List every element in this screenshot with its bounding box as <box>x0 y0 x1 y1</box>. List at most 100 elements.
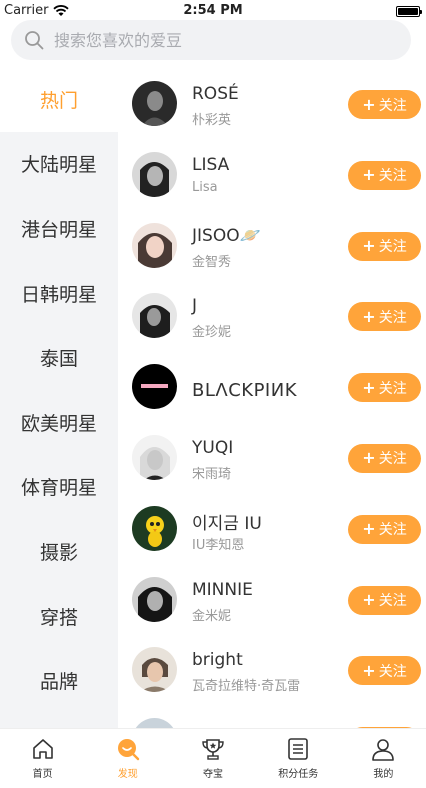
avatar[interactable] <box>132 505 177 551</box>
follow-label: 关注 <box>378 239 407 256</box>
sidebar-item-sports[interactable]: 体育明星 <box>0 455 118 520</box>
battery-icon <box>396 6 422 17</box>
follow-button[interactable]: + 关注 <box>348 656 421 686</box>
sidebar-item-label: 欧美明星 <box>20 412 97 435</box>
list-item[interactable]: JISOO🪐 金智秀 + 关注 <box>118 209 426 280</box>
follow-button[interactable]: + 关注 <box>348 514 421 544</box>
plus-icon: + <box>362 306 376 326</box>
sidebar-item-brand[interactable]: 品牌 <box>0 648 118 713</box>
plus-icon: + <box>362 519 376 539</box>
status-bar: Carrier 2:54 PM <box>0 0 426 22</box>
avatar[interactable] <box>132 81 177 126</box>
avatar[interactable] <box>132 647 177 693</box>
search-input[interactable] <box>52 29 376 51</box>
follow-label: 关注 <box>378 97 407 114</box>
sidebar-item-label: 港台明星 <box>20 218 97 241</box>
tab-treasure[interactable]: 夺宝 <box>170 729 255 788</box>
sidebar-item-thailand[interactable]: 泰国 <box>0 325 118 390</box>
tab-label: 夺宝 <box>203 769 223 780</box>
tab-points-tasks[interactable]: 积分任务 <box>256 729 341 788</box>
celebrity-name: 이지금 IU <box>192 513 262 534</box>
celebrity-subname: 金米妮 <box>192 608 232 624</box>
tab-label: 发现 <box>117 769 138 780</box>
sidebar-item-label: 体育明星 <box>20 477 97 500</box>
follow-button[interactable]: + 关注 <box>348 373 421 403</box>
sidebar-item-label: 泰国 <box>39 348 78 371</box>
plus-icon: + <box>362 590 376 610</box>
celebrity-name: bright <box>192 650 243 671</box>
profile-icon <box>372 739 395 761</box>
plus-icon: + <box>362 377 376 397</box>
celebrity-subname: 瓦奇拉维特·奇瓦雷 <box>192 679 301 695</box>
sidebar-item-label: 品牌 <box>39 671 78 694</box>
discover-icon <box>117 739 139 761</box>
list-item[interactable]: BLΛCKPIИK + 关注 <box>118 350 426 421</box>
trophy-icon <box>202 739 224 760</box>
celebrity-name: ROSÉ <box>192 84 239 104</box>
clock: 2:54 PM <box>183 3 243 18</box>
tab-label: 积分任务 <box>278 769 319 780</box>
avatar[interactable] <box>132 293 177 339</box>
avatar[interactable] <box>132 434 177 480</box>
list-item[interactable]: ROSÉ 朴彩英 + 关注 <box>118 67 426 138</box>
celebrity-subname: Lisa <box>192 179 218 195</box>
celebrity-name: MINNIE <box>192 579 253 600</box>
category-sidebar: 热门 大陆明星 港台明星 日韩明星 泰国 欧美明星 体育明星 摄影 穿搭 品牌 <box>0 67 118 728</box>
celebrity-name: BLΛCKPIИK <box>192 380 297 402</box>
follow-label: 关注 <box>378 593 407 610</box>
sidebar-item-jp-kr[interactable]: 日韩明星 <box>0 261 118 326</box>
plus-icon: + <box>362 236 376 256</box>
search-icon <box>25 31 44 50</box>
avatar[interactable] <box>132 718 177 728</box>
follow-label: 关注 <box>378 309 407 326</box>
follow-label: 关注 <box>378 663 407 680</box>
avatar[interactable] <box>132 576 177 622</box>
avatar[interactable] <box>132 364 177 410</box>
sidebar-item-western[interactable]: 欧美明星 <box>0 390 118 455</box>
celebrity-name: J <box>192 296 198 317</box>
follow-label: 关注 <box>378 168 407 185</box>
follow-button[interactable]: + 关注 <box>348 302 421 332</box>
sidebar-item-label: 大陆明星 <box>20 154 97 177</box>
sidebar-item-mainland[interactable]: 大陆明星 <box>0 132 118 197</box>
plus-icon: + <box>362 94 376 114</box>
celebrity-subname: 金智秀 <box>192 254 232 270</box>
sidebar-item-label: 热门 <box>39 89 78 112</box>
tab-discover[interactable]: 发现 <box>85 729 170 788</box>
sidebar-item-outfit[interactable]: 穿搭 <box>0 584 118 649</box>
celebrity-name: JISOO🪐 <box>192 225 261 246</box>
list-item[interactable]: YUQI 宋雨琦 + 关注 <box>118 421 426 492</box>
tab-profile[interactable]: 我的 <box>341 729 426 788</box>
search-bar[interactable] <box>11 20 411 60</box>
list-item[interactable]: LISA Lisa + 关注 <box>118 138 426 209</box>
list-item[interactable]: MINNIE 金米妮 + 关注 <box>118 563 426 634</box>
follow-button[interactable]: + 关注 <box>348 90 421 119</box>
task-list-icon <box>288 738 309 760</box>
sidebar-item-photography[interactable]: 摄影 <box>0 519 118 584</box>
follow-label: 关注 <box>378 451 407 468</box>
list-item[interactable]: 이지금 IU IU李知恩 + 关注 <box>118 492 426 563</box>
plus-icon: + <box>362 448 376 468</box>
list-item-partial[interactable] <box>118 704 426 728</box>
follow-button[interactable]: + 关注 <box>348 231 421 261</box>
list-item[interactable]: J 金珍妮 + 关注 <box>118 279 426 350</box>
celebrity-subname: 宋雨琦 <box>192 466 232 482</box>
sidebar-item-hk-tw[interactable]: 港台明星 <box>0 196 118 261</box>
follow-button[interactable]: + 关注 <box>348 585 421 615</box>
tab-home[interactable]: 首页 <box>0 729 85 788</box>
home-icon <box>32 739 53 759</box>
avatar[interactable] <box>132 222 177 268</box>
celebrity-name: YUQI <box>192 437 234 458</box>
sidebar-item-label: 穿搭 <box>39 606 78 629</box>
sidebar-item-hot[interactable]: 热门 <box>0 67 118 132</box>
plus-icon: + <box>362 660 376 680</box>
list-item[interactable]: bright 瓦奇拉维特·奇瓦雷 + 关注 <box>118 633 426 704</box>
celebrity-name: LISA <box>192 154 230 175</box>
follow-label: 关注 <box>378 380 407 397</box>
sidebar-item-label: 日韩明星 <box>20 283 97 306</box>
sidebar-item-label: 摄影 <box>39 541 78 564</box>
avatar[interactable] <box>132 151 177 197</box>
follow-button[interactable]: + 关注 <box>348 160 421 190</box>
tab-label: 首页 <box>32 769 53 780</box>
follow-button[interactable]: + 关注 <box>348 443 421 473</box>
